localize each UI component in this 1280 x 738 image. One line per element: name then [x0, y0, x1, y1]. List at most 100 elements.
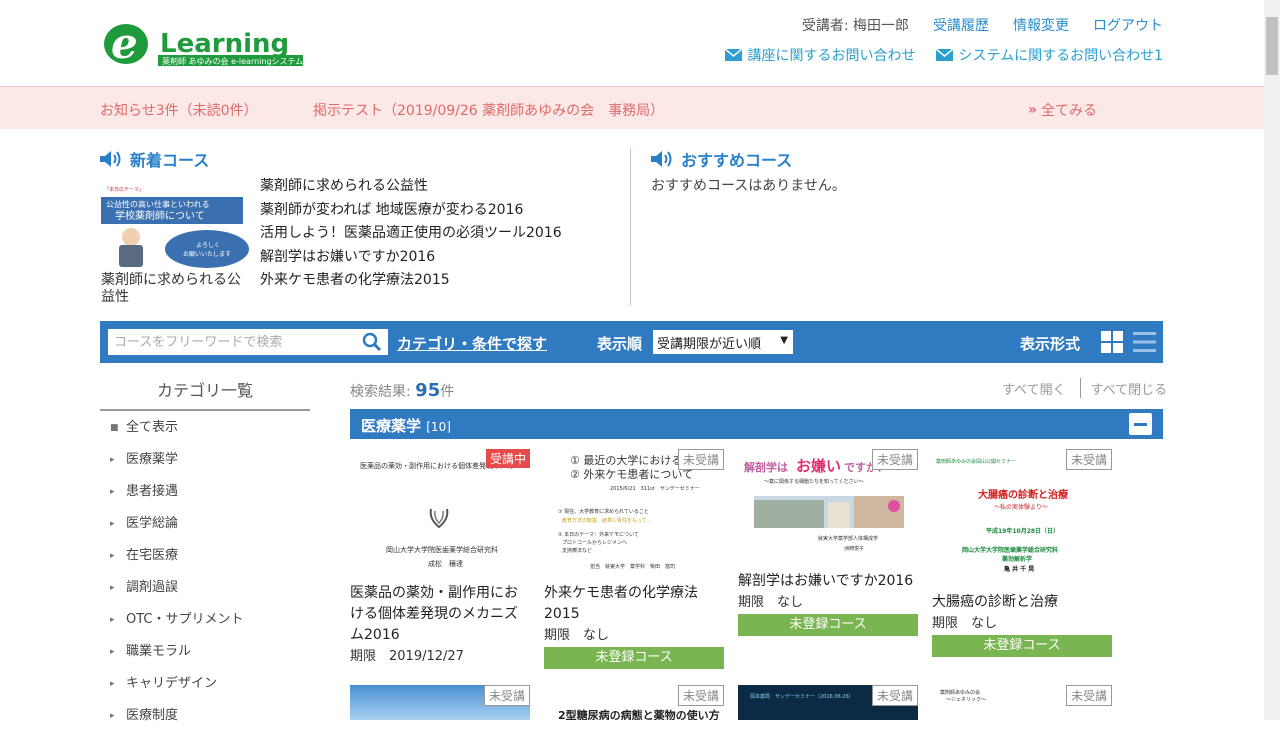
- course-title[interactable]: 医薬品の薬効・副作用における個体差発現のメカニズム2016: [350, 583, 530, 646]
- search-button[interactable]: [356, 329, 388, 355]
- course-thumbnail[interactable]: 未受講: [350, 685, 530, 720]
- category-item-all[interactable]: ■ 全て表示: [110, 418, 244, 450]
- system-contact-link[interactable]: システムに関するお問い合わせ1: [935, 45, 1164, 65]
- new-course-item[interactable]: 活用しよう！医薬品適正使用の必須ツール2016: [260, 222, 562, 246]
- sort-selected-value: 受講期限が近い順: [657, 336, 762, 352]
- new-course-list: 薬剤師に求められる公益性 薬剤師が変われば 地域医療が変わる2016 活用しよう…: [260, 175, 562, 293]
- category-section-header[interactable]: 医療薬学 [10]: [350, 409, 1163, 439]
- course-thumbnail[interactable]: 解剖学は お嫌い ですか？ 〜薬に関係する細胞たちを知ってください〜 就実大学薬…: [738, 449, 918, 557]
- not-started-badge: 未受講: [1065, 685, 1112, 706]
- speaker-icon: [100, 151, 121, 167]
- search-input[interactable]: [108, 329, 388, 355]
- category-count: [10]: [426, 420, 451, 434]
- course-title[interactable]: 解剖学はお嫌いですか2016: [738, 571, 918, 592]
- thumb-text: 学校薬剤師について: [115, 209, 205, 222]
- thumb-text: 教育方法の転換 結果に責任をもって…: [562, 518, 652, 524]
- category-name: 医療薬学: [361, 417, 422, 435]
- thumb-text: ② 本日のテーマ：外来ケモについて: [558, 532, 639, 538]
- notice-item[interactable]: 掲示テスト（2019/09/26 薬剤師あゆみの会 事務局）: [313, 100, 664, 120]
- collapse-button[interactable]: [1129, 413, 1152, 435]
- category-item[interactable]: ▸ 在宅医療: [110, 546, 244, 578]
- category-item[interactable]: ▸ キャリデザイン: [110, 674, 244, 706]
- separator: [1079, 378, 1081, 398]
- new-course-item[interactable]: 薬剤師に求められる公益性: [260, 175, 562, 199]
- course-card[interactable]: 医薬品の薬効・副作用における個体差発現のメカ 岡山大学大学院医歯薬学総合研究科 …: [350, 449, 530, 666]
- account-links: 受講者: 梅田一郎 受講履歴 情報変更 ログアウト: [802, 15, 1163, 35]
- list-view-icon[interactable]: [1133, 331, 1156, 353]
- category-item[interactable]: ▸ OTC・サプリメント: [110, 610, 244, 642]
- chevron-right-icon: ▸: [110, 679, 115, 689]
- unregistered-course-button[interactable]: 未登録コース: [932, 635, 1112, 657]
- unregistered-course-button[interactable]: 未登録コース: [738, 614, 918, 636]
- course-thumbnail[interactable]: 薬剤師あゆみの会岡山公開セミナー 大腸癌の診断と治療 〜私の実体験より〜 平成1…: [932, 449, 1112, 579]
- section-divider: [630, 148, 631, 306]
- new-course-item[interactable]: 薬剤師が変われば 地域医療が変わる2016: [260, 199, 562, 223]
- course-thumbnail[interactable]: 2型糖尿病の病態と薬物の使い方 未受講: [544, 685, 724, 720]
- elearning-logo[interactable]: e Learning 薬剤師 あゆみの会 e-learningシステム: [102, 18, 307, 70]
- collapse-all-link[interactable]: すべて閉じる: [1091, 379, 1168, 398]
- result-label: 検索結果:: [350, 384, 411, 400]
- course-deadline: 期限 なし: [738, 595, 804, 610]
- new-course-item[interactable]: 外来ケモ患者の化学療法2015: [260, 269, 562, 293]
- page-scrollbar[interactable]: [1264, 0, 1280, 720]
- unregistered-course-button[interactable]: 未登録コース: [544, 647, 724, 669]
- speaker-icon: [651, 151, 672, 167]
- category-item[interactable]: ▸ 医学総論: [110, 514, 244, 546]
- course-card[interactable]: 岡本薬局 サンデーセミナー（2016.06.26） 未受講: [738, 685, 918, 720]
- campus-photo: [754, 496, 904, 528]
- course-deadline: 期限 なし: [932, 616, 998, 631]
- new-courses-heading: 新着コース: [100, 147, 209, 171]
- recommended-heading: おすすめコース: [651, 147, 792, 171]
- category-section-title: 医療薬学 [10]: [361, 415, 451, 436]
- system-contact-label: システムに関するお問い合わせ1: [958, 48, 1164, 64]
- course-title[interactable]: 外来ケモ患者の化学療法2015: [544, 583, 724, 625]
- not-started-badge: 未受講: [871, 685, 918, 706]
- new-course-thumb-label[interactable]: 薬剤師に求められる公益性: [101, 272, 251, 306]
- category-label: 調剤過誤: [126, 580, 179, 595]
- category-item[interactable]: ▸ 調剤過誤: [110, 578, 244, 610]
- category-item[interactable]: ▸ 患者接遇: [110, 482, 244, 514]
- grid-view-icon[interactable]: [1101, 331, 1123, 353]
- category-search-link[interactable]: カテゴリ・条件で探す: [397, 333, 547, 354]
- notice-count[interactable]: お知らせ3件（未読0件）: [100, 100, 258, 120]
- course-thumbnail[interactable]: 薬剤師あゆみの会 〜ジェネリック〜 未受講: [932, 685, 1112, 720]
- category-item[interactable]: ▸ 職業モラル: [110, 642, 244, 674]
- course-contact-link[interactable]: 講座に関するお問い合わせ: [724, 45, 916, 65]
- new-course-item[interactable]: 解剖学はお嫌いですか2016: [260, 246, 562, 270]
- svg-text:e: e: [111, 19, 138, 68]
- scrollbar-thumb[interactable]: [1266, 17, 1278, 75]
- thumb-text: ② 外来ケモ患者について: [570, 468, 694, 481]
- course-deadline: 期限 2019/12/27: [350, 649, 464, 664]
- thumb-text: 亀 井 千 晃: [1004, 566, 1035, 573]
- thumb-text: プロトコールからレジメンへ: [562, 540, 628, 546]
- thumb-text: お嫌い: [796, 457, 842, 475]
- course-card[interactable]: 薬剤師あゆみの会 〜ジェネリック〜 未受講: [932, 685, 1112, 720]
- expand-all-link[interactable]: すべて開く: [1002, 379, 1066, 398]
- in-progress-badge: 受講中: [485, 449, 530, 468]
- history-link[interactable]: 受講履歴: [933, 15, 989, 35]
- course-card[interactable]: 薬剤師あゆみの会岡山公開セミナー 大腸癌の診断と治療 〜私の実体験より〜 平成1…: [932, 449, 1112, 657]
- course-title[interactable]: 大腸癌の診断と治療: [932, 592, 1112, 613]
- category-item[interactable]: ▸ 医療薬学: [110, 450, 244, 482]
- course-card[interactable]: ① 最近の大学における ② 外来ケモ患者について 2015/6/21 311st…: [544, 449, 724, 669]
- new-courses-title: 新着コース: [130, 151, 210, 170]
- profile-edit-link[interactable]: 情報変更: [1013, 15, 1069, 35]
- view-all-notices-link[interactable]: » 全てみる: [1028, 100, 1097, 120]
- course-thumbnail[interactable]: 医薬品の薬効・副作用における個体差発現のメカ 岡山大学大学院医歯薬学総合研究科 …: [350, 449, 530, 579]
- course-thumbnail[interactable]: 岡本薬局 サンデーセミナー（2016.06.26） 未受講: [738, 685, 918, 720]
- category-item[interactable]: ▸ 医療制度: [110, 706, 244, 738]
- course-card[interactable]: 2型糖尿病の病態と薬物の使い方 未受講: [544, 685, 724, 720]
- course-card[interactable]: 解剖学は お嫌い ですか？ 〜薬に関係する細胞たちを知ってください〜 就実大学薬…: [738, 449, 918, 636]
- mail-icon: [935, 49, 953, 61]
- sort-select[interactable]: 受講期限が近い順 ▼: [653, 330, 793, 354]
- logo-text: Learning: [160, 29, 289, 59]
- course-card[interactable]: 未受講: [350, 685, 530, 720]
- logout-link[interactable]: ログアウト: [1093, 15, 1163, 35]
- thumb-text: 岡本薬局 サンデーセミナー（2016.06.26）: [750, 694, 854, 700]
- not-started-badge: 未受講: [871, 449, 918, 470]
- new-course-thumbnail[interactable]: 「本日のテーマ」 公益性の高い仕事といわれる 学校薬剤師について よろしく お願…: [101, 183, 250, 270]
- thumb-text: 成松 穰達: [428, 560, 463, 568]
- thumb-text: 就実大学薬学部人体構成学: [818, 536, 879, 542]
- thumb-text: 2015/6/21 311st サンデーセミナー: [610, 486, 700, 492]
- course-thumbnail[interactable]: ① 最近の大学における ② 外来ケモ患者について 2015/6/21 311st…: [544, 449, 724, 579]
